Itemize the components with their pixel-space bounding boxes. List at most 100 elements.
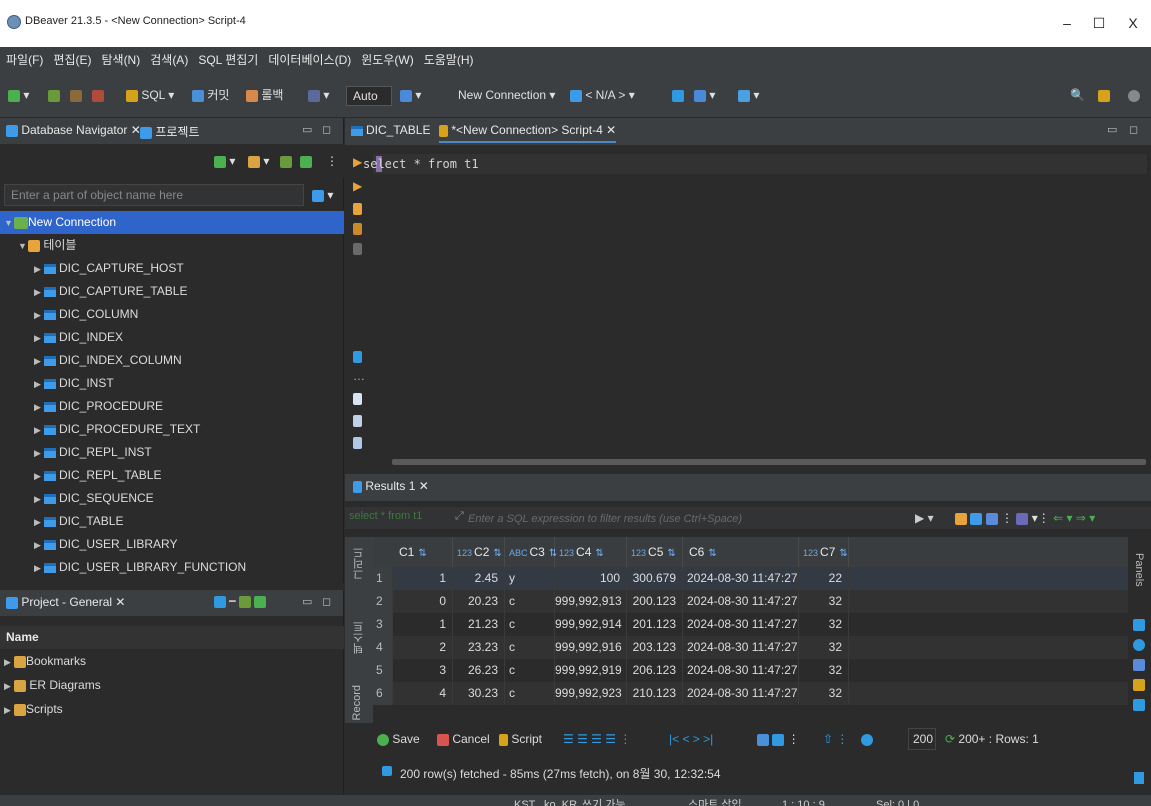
menu-sql-editor[interactable]: SQL 편집기 [198, 51, 258, 68]
fetch-size-icon[interactable] [861, 732, 873, 746]
minimize-editor-icon[interactable]: ▭ [1107, 123, 1117, 136]
tab-results-1[interactable]: Results 1 ✕ [353, 479, 429, 493]
panel-icon-4[interactable] [1133, 675, 1145, 693]
grid-cell[interactable]: c [505, 659, 555, 682]
tree-table-item[interactable]: ▶ DIC_USER_LIBRARY [0, 533, 344, 556]
collapse-all-icon[interactable] [280, 152, 292, 170]
grid-cell[interactable]: 2024-08-30 11:47:27.000 [683, 659, 799, 682]
table-row[interactable]: 4 2 23.23 c 999,992,916 203.123 2024-08-30 11:… [373, 636, 1151, 659]
table-row[interactable]: 112.45y100300.6792024-08-30 11:47:27.000… [373, 567, 1151, 590]
fetch-limit-input[interactable]: 200 [908, 728, 936, 750]
grid-cell[interactable]: 26.23 [453, 659, 505, 682]
results-filter-input[interactable]: Enter a SQL expression to filter results… [468, 510, 908, 528]
text-view-toggle[interactable]: 텍스트 [351, 621, 367, 654]
editor-horizontal-scrollbar[interactable] [392, 459, 1146, 465]
new-connection-small-icon[interactable]: ▾ [214, 152, 235, 170]
grid-cell[interactable]: 200.123 [627, 590, 683, 613]
row-edit-icons[interactable]: ☰ ☰ ☰ ☰ ⋮ [563, 732, 631, 746]
execute-in-new-tab-icon[interactable]: ▶ [353, 177, 362, 195]
grid-cell[interactable]: 3 [393, 659, 453, 682]
rollback-button[interactable]: 롤백 [246, 86, 283, 104]
save-button[interactable]: Save [377, 732, 420, 746]
grid-cell[interactable]: 32 [799, 636, 849, 659]
export-icon[interactable]: ⇧ ⋮ [823, 732, 848, 746]
table-row[interactable]: 2 0 20.23 c 999,992,913 200.123 2024-08-30 11:… [373, 590, 1151, 613]
grid-cell[interactable]: 999,992,914 [555, 613, 627, 636]
tree-table-item[interactable]: ▶ DIC_PROCEDURE_TEXT [0, 418, 344, 441]
grid-cell[interactable]: 1 [393, 613, 453, 636]
tree-table-item[interactable]: ▶ DIC_USER_LIBRARY_FUNCTION [0, 556, 344, 579]
column-header-c3[interactable]: ABC C3 ⇅ [505, 537, 557, 567]
grid-cell[interactable]: 20.23 [453, 590, 505, 613]
sql-editor[interactable]: ▶ ▶ … [345, 145, 1151, 467]
column-header-c1[interactable]: C1 ⇅ [393, 537, 453, 567]
grid-cell[interactable]: 2024-08-30 11:47:27.000 [683, 613, 799, 636]
sort-filter-icon[interactable]: ⇅ [595, 548, 603, 559]
navigator-filter-input[interactable]: Enter a part of object name here [4, 184, 304, 206]
print-icon[interactable]: ▾ [694, 86, 715, 104]
record-view-toggle[interactable]: Record [351, 685, 363, 720]
maximize-panel-icon[interactable]: ◻ [322, 123, 331, 136]
grid-cell[interactable]: 32 [799, 659, 849, 682]
grid-cell[interactable]: 32 [799, 682, 849, 705]
grid-cell[interactable]: 32 [799, 613, 849, 636]
project-toolbar-icons[interactable]: ━ [214, 595, 266, 609]
filter-tools-icons[interactable]: ⋮ ▾⋮ ⇐ ▾ ⇒ ▾ [955, 509, 1095, 527]
tree-table-item[interactable]: ▶ DIC_CAPTURE_TABLE [0, 280, 344, 303]
grid-cell[interactable]: 2024-08-30 11:47:27.000 [683, 590, 799, 613]
menu-edit[interactable]: 편집(E) [53, 51, 91, 68]
sort-filter-icon[interactable]: ⇅ [418, 548, 426, 559]
menu-database[interactable]: 데이터베이스(D) [268, 51, 351, 68]
status-panel-icon[interactable] [1134, 772, 1144, 784]
execute-script-new-tab-icon[interactable] [353, 219, 362, 237]
menu-help[interactable]: 도움말(H) [424, 51, 474, 68]
project-item-scripts[interactable]: ▶ Scripts [0, 698, 344, 721]
refresh-icons[interactable]: ⋮ [757, 732, 800, 746]
cancel-button[interactable]: Cancel [437, 732, 490, 746]
grid-cell[interactable]: 203.123 [627, 636, 683, 659]
auto-commit-field[interactable]: Auto [346, 86, 392, 106]
minimize-panel-icon[interactable]: ▭ [302, 595, 312, 608]
grid-cell[interactable]: 2024-08-30 11:47:27.000 [683, 682, 799, 705]
tab-database-navigator[interactable]: Database Navigator ✕ [6, 123, 141, 137]
panels-toggle[interactable]: Panels [1133, 553, 1145, 587]
tree-table-item[interactable]: ▶ DIC_CAPTURE_HOST [0, 257, 344, 280]
disconnect-icon[interactable] [70, 86, 82, 104]
menu-search[interactable]: 검색(A) [150, 51, 188, 68]
filter-icon[interactable]: ▾ [312, 186, 333, 204]
filter-history-icon[interactable]: ⤢ [455, 510, 464, 523]
grid-cell[interactable]: y [505, 567, 555, 590]
transaction-log-icon[interactable]: ▾ [400, 86, 421, 104]
apply-filter-icon[interactable]: ▶ ▾ [915, 509, 934, 527]
grid-cell[interactable]: 201.123 [627, 613, 683, 636]
panel-icon-5[interactable] [1133, 695, 1145, 713]
open-script-icon[interactable] [353, 411, 362, 429]
tab-project[interactable]: 프로젝트 [140, 123, 200, 140]
tree-table-item[interactable]: ▶ DIC_INDEX_COLUMN [0, 349, 344, 372]
sql-editor-button[interactable]: SQL ▾ [126, 86, 174, 104]
tab-script-4[interactable]: *<New Connection> Script-4 ✕ [439, 123, 617, 143]
minimize-panel-icon[interactable]: ▭ [302, 123, 312, 136]
maximize-button[interactable]: ☐ [1082, 10, 1116, 36]
execute-script-icon[interactable] [353, 199, 362, 217]
panel-icon-1[interactable] [1133, 615, 1145, 633]
preferences-icon[interactable] [672, 86, 684, 104]
tree-tables-folder[interactable]: ▼ 테이블 [0, 234, 344, 257]
link-editor-icon[interactable] [300, 152, 312, 170]
view-menu-icon[interactable]: ⋮ [326, 152, 338, 170]
explain-plan-icon[interactable] [353, 239, 362, 257]
tree-table-item[interactable]: ▶ DIC_INST [0, 372, 344, 395]
pagination-controls[interactable]: |< < > >| [669, 732, 713, 746]
close-button[interactable]: X [1116, 10, 1150, 36]
execute-statement-icon[interactable]: ▶ [353, 153, 362, 171]
grid-cell[interactable]: 22 [799, 567, 849, 590]
search-icon[interactable]: 🔍 [1070, 86, 1085, 104]
grid-cell[interactable]: 30.23 [453, 682, 505, 705]
tree-table-item[interactable]: ▶ DIC_REPL_TABLE [0, 464, 344, 487]
sort-filter-icon[interactable]: ⇅ [708, 548, 716, 559]
maximize-panel-icon[interactable]: ◻ [322, 595, 331, 608]
search-tools-icon[interactable]: ▾ [738, 86, 759, 104]
sql-query-text[interactable]: select * from t1 [363, 157, 479, 171]
sort-filter-icon[interactable]: ⇅ [667, 548, 675, 559]
column-header-c7[interactable]: 123 C7 ⇅ [799, 537, 849, 567]
